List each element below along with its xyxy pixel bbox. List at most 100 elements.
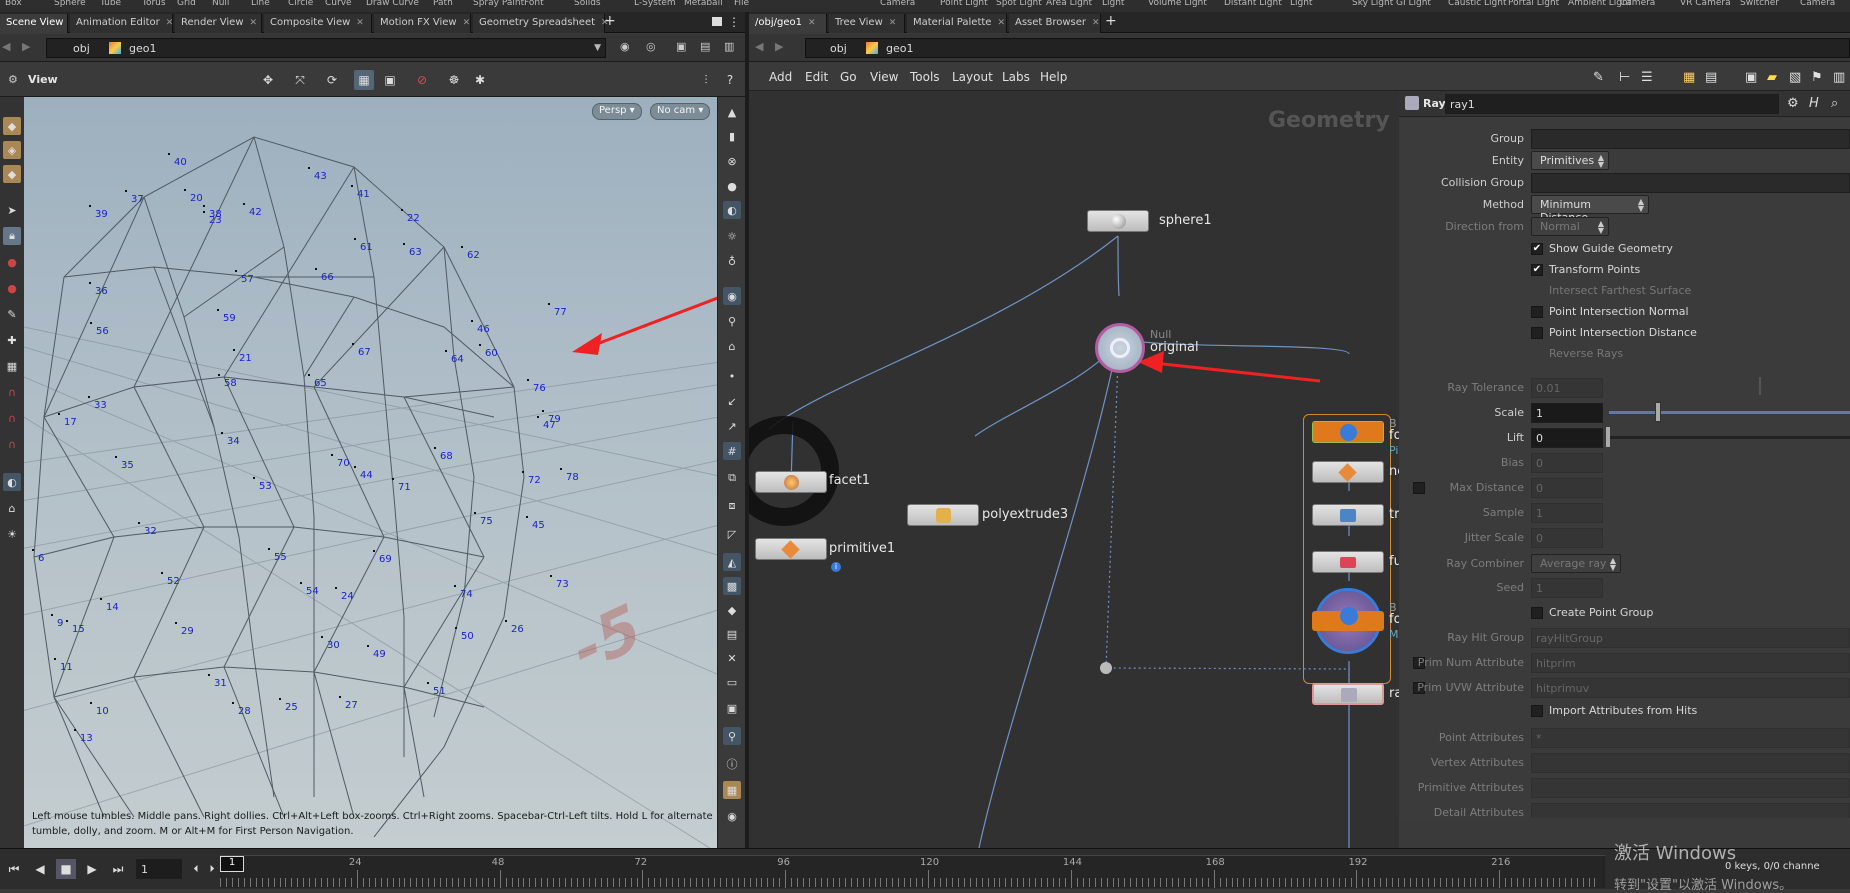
step-back-icon[interactable]: ◀ (30, 859, 50, 879)
lift-slider-track[interactable] (1609, 436, 1850, 439)
view-icon[interactable]: ◐ (3, 473, 21, 491)
menu-add[interactable]: Add (769, 70, 792, 84)
shelf-tool[interactable]: Torus (142, 0, 166, 8)
lift-slider-handle[interactable] (1606, 427, 1610, 447)
wire-icon[interactable]: ◭ (723, 553, 741, 571)
brush-icon[interactable]: ✎ (3, 305, 21, 323)
add-tab-icon[interactable]: + (604, 13, 616, 29)
viewport-menu-icon[interactable]: ⚙ (8, 73, 18, 86)
tab-asset-browser[interactable]: Asset Browser ✕ (1009, 14, 1101, 33)
point-numbers-icon[interactable]: # (723, 442, 741, 460)
menu-help[interactable]: Help (1040, 70, 1067, 84)
shelf-tool[interactable]: L-System (634, 0, 676, 8)
menu-edit[interactable]: Edit (805, 70, 828, 84)
parm-view-icon[interactable]: ▣ (1745, 70, 1757, 85)
node-ne[interactable] (1312, 461, 1384, 483)
jitter-field[interactable]: 0 (1531, 528, 1603, 548)
tab-scene-view[interactable]: Scene View✕ (0, 14, 77, 33)
tab-obj-geo1[interactable]: /obj/geo1 ✕ (749, 14, 827, 33)
info-icon[interactable]: ⓘ (723, 755, 741, 773)
shelf-tool[interactable]: Switcher (1740, 0, 1779, 8)
point-attrs-field[interactable]: * (1531, 728, 1850, 748)
node-fu[interactable] (1312, 551, 1384, 573)
magnet-snap-icon[interactable]: ∩ (3, 409, 21, 427)
shelf-tool[interactable]: Area Light (1046, 0, 1092, 8)
gear-icon[interactable]: ⚙ (1787, 96, 1799, 111)
tab-render-view[interactable]: Render View ✕ (175, 14, 262, 33)
tab-tree-view[interactable]: Tree View ✕ (829, 14, 905, 33)
node-facet1[interactable] (755, 471, 827, 493)
network-editor[interactable]: Geometry sphere1 Null original facet1 pr… (749, 91, 1399, 848)
safe-area-icon[interactable]: ✕ (723, 649, 741, 667)
quad-view-icon[interactable]: ▦ (723, 781, 741, 799)
shelf-tool[interactable]: Box (5, 0, 22, 8)
node-name-field[interactable]: ray1 (1445, 94, 1779, 114)
ghost-icon[interactable]: ♁ (723, 252, 741, 270)
create-group-checkbox[interactable] (1531, 607, 1543, 619)
group-field[interactable] (1531, 129, 1850, 149)
image-icon[interactable]: ▧ (1789, 70, 1801, 85)
search-icon[interactable]: ⌕ (1831, 96, 1838, 111)
sample-field[interactable]: 1 (1531, 503, 1603, 523)
tab-composite-view[interactable]: Composite View ✕ (264, 14, 372, 33)
flipbook-icon[interactable]: ✱ (470, 70, 490, 90)
maximize-icon[interactable]: ▥ (724, 40, 734, 53)
display-flag-icon[interactable]: ▥ (1833, 70, 1845, 85)
lock-camera-icon[interactable]: ▮ (723, 127, 741, 145)
network-dot[interactable] (1100, 662, 1112, 674)
render-icon[interactable]: ⊘ (412, 70, 432, 90)
sphere-icon[interactable]: ● (723, 177, 741, 195)
camera-view-icon[interactable]: ▦ (354, 70, 374, 90)
tab-geometry-spreadsheet[interactable]: Geometry Spreadsheet ✕ (473, 14, 609, 33)
seed-field[interactable]: 1 (1531, 578, 1603, 598)
bias-field[interactable]: 0 (1531, 453, 1603, 473)
handle-tool-icon[interactable]: ◆ (3, 117, 21, 135)
shelf-tool[interactable]: Null (212, 0, 229, 8)
shelf-tool[interactable]: Sphere (54, 0, 86, 8)
camera-toggle-icon[interactable]: ⌂ (723, 337, 741, 355)
back-icon[interactable]: ◀ (755, 40, 763, 53)
stop-icon[interactable]: ■ (56, 859, 76, 879)
menu-view[interactable]: View (870, 70, 898, 84)
layout-icon[interactable]: ▤ (700, 40, 710, 53)
snapshot-icon[interactable]: ☸ (444, 70, 464, 90)
normal-display-icon[interactable]: ↙ (723, 392, 741, 410)
shelf-tool[interactable]: Tube (100, 0, 121, 8)
hit-group-field[interactable]: rayHitGroup (1531, 628, 1850, 648)
node-foreach-begin[interactable] (1312, 421, 1384, 443)
tumble-icon[interactable]: ✥ (258, 70, 278, 90)
pane-menu-icon[interactable] (712, 17, 722, 26)
jump-start-icon[interactable]: ⏮ (4, 859, 24, 879)
bg-icon[interactable]: ▤ (723, 625, 741, 643)
shelf-tool[interactable]: GI Light (1396, 0, 1431, 8)
pin-view-icon[interactable]: ⚲ (723, 727, 741, 745)
menu-go[interactable]: Go (840, 70, 857, 84)
shading-icon[interactable]: ◉ (723, 287, 741, 305)
magnet-icon[interactable]: ● (3, 253, 21, 271)
time-slider[interactable]: 24 48 72 96 120 144 168 192 216 1 (220, 855, 1605, 888)
link-icon[interactable]: ◎ (646, 40, 656, 53)
snapshot-view-icon[interactable]: ▣ (723, 699, 741, 717)
rotate-icon[interactable]: ⟳ (322, 70, 342, 90)
show-guide-checkbox[interactable]: ✔ (1531, 243, 1543, 255)
shelf-tool[interactable]: Font (524, 0, 544, 8)
eye-icon[interactable]: ◉ (723, 807, 741, 825)
shelf-tool[interactable]: Volume Light (1148, 0, 1207, 8)
shelf-tool[interactable]: Portal Light (1508, 0, 1559, 8)
hull-icon[interactable]: ◸ (723, 525, 741, 543)
node-foreach-end[interactable] (1312, 588, 1384, 654)
tab-material-palette[interactable]: Material Palette ✕ (907, 14, 1007, 33)
checker-icon[interactable]: ▩ (723, 577, 741, 595)
scale-slider-track[interactable] (1609, 411, 1850, 414)
ray-tolerance-field[interactable]: 0.01 (1531, 378, 1603, 398)
path-geo[interactable]: geo1 (129, 42, 156, 55)
shelf-tool[interactable]: Path (433, 0, 453, 8)
transform-points-checkbox[interactable]: ✔ (1531, 264, 1543, 276)
shelf-tool[interactable]: VR Camera (1680, 0, 1731, 8)
step-next-key-icon[interactable]: ⏵ (202, 859, 222, 879)
split-icon[interactable]: ▣ (676, 40, 686, 53)
node-ray[interactable] (1312, 683, 1384, 705)
wrench-icon[interactable]: ✎ (1593, 70, 1604, 85)
persp-button[interactable]: Persp ▾ (592, 103, 642, 120)
shelf-tool[interactable]: Spray Paint (473, 0, 524, 8)
